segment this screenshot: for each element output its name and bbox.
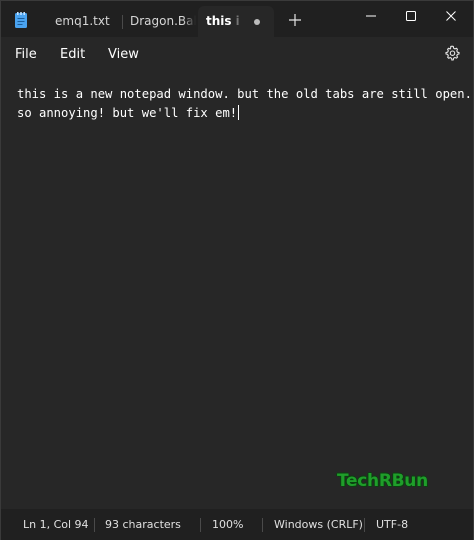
text-caret [238, 105, 240, 120]
tab-label: Dragon.Ball.Super [130, 14, 196, 28]
tab-label: emq1.txt [55, 14, 110, 28]
editor-line-2: so annoying! but we'll fix em! [17, 104, 473, 123]
text-editor[interactable]: this is a new notepad window. but the ol… [1, 73, 473, 507]
minimize-button[interactable] [351, 1, 391, 33]
menu-bar: File Edit View [1, 37, 473, 73]
status-separator [200, 518, 201, 532]
editor-line-2-text: so annoying! but we'll fix em! [17, 106, 238, 120]
gear-icon[interactable] [444, 45, 460, 61]
notepad-window: emq1.txt Dragon.Ball.Super this is a new [0, 0, 474, 540]
maximize-icon [406, 11, 416, 21]
status-separator [262, 518, 263, 532]
menu-edit[interactable]: Edit [60, 37, 85, 73]
techrbun-watermark: TechRBun [337, 471, 428, 491]
notepad-app-icon [15, 12, 27, 28]
status-bar: Ln 1, Col 94 93 characters 100% Windows … [1, 509, 473, 540]
maximize-button[interactable] [391, 1, 431, 33]
minimize-icon [366, 15, 376, 17]
status-separator [364, 518, 365, 532]
menu-view[interactable]: View [108, 37, 139, 73]
tab-active-untitled[interactable]: this is a new [198, 6, 274, 37]
close-icon [446, 11, 456, 21]
status-cursor-position: Ln 1, Col 94 [23, 518, 89, 531]
status-separator [94, 518, 95, 532]
menu-file[interactable]: File [15, 37, 37, 73]
plus-icon[interactable] [288, 13, 302, 27]
status-encoding: UTF-8 [376, 518, 409, 531]
tab-emq1[interactable]: emq1.txt [41, 6, 121, 37]
tab-label: this is a new [206, 14, 240, 28]
editor-line-1: this is a new notepad window. but the ol… [17, 87, 472, 101]
tab-dragon-ball[interactable]: Dragon.Ball.Super [122, 6, 198, 37]
status-zoom[interactable]: 100% [212, 509, 243, 540]
unsaved-dot-icon[interactable] [254, 19, 260, 25]
status-line-ending: Windows (CRLF) [274, 518, 363, 531]
title-bar: emq1.txt Dragon.Ball.Super this is a new [1, 1, 473, 37]
close-button[interactable] [431, 1, 471, 33]
status-character-count: 93 characters [105, 518, 181, 531]
